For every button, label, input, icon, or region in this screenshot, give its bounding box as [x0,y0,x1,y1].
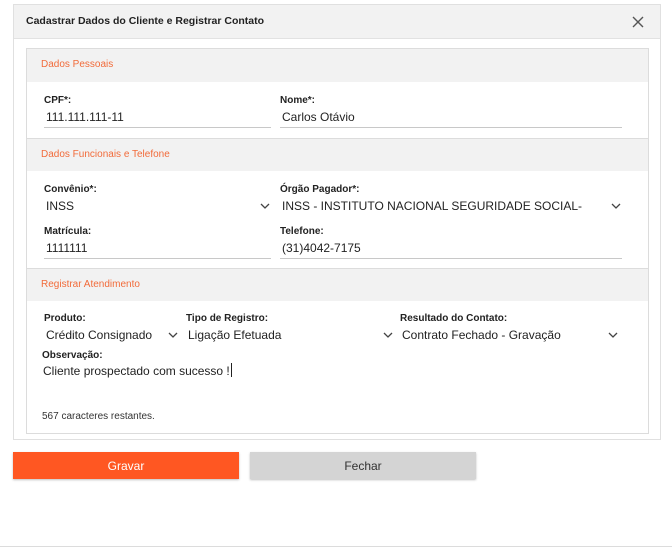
nome-input[interactable]: Carlos Otávio [280,109,622,128]
resultado-label: Resultado do Contato: [400,313,508,324]
resultado-value[interactable]: Contrato Fechado - Gravação [400,327,619,346]
observacao-label: Observação: [42,350,103,361]
cpf-field[interactable]: CPF*: 111.111.111-11 [44,95,271,129]
divider [0,546,672,547]
convenio-label: Convênio*: [44,184,97,195]
matricula-input[interactable]: 1111111 [44,240,271,259]
nome-label: Nome*: [280,95,316,106]
chevron-down-icon[interactable] [259,199,271,211]
produto-value[interactable]: Crédito Consignado [44,327,162,346]
orgao-pagador-select[interactable]: Órgão Pagador*: INSS - INSTITUTO NACIONA… [280,184,622,218]
tipo-registro-label: Tipo de Registro: [186,313,269,324]
chevron-down-icon[interactable] [607,328,619,340]
section-title-personal: Dados Pessoais [41,59,114,70]
save-button[interactable]: Gravar [13,452,239,479]
telefone-input[interactable]: (31)4042-7175 [280,240,622,259]
chevron-down-icon[interactable] [167,328,179,340]
produto-label: Produto: [44,313,86,324]
matricula-field[interactable]: Matrícula: 1111111 [44,226,271,260]
cpf-label: CPF*: [44,95,72,106]
telefone-field[interactable]: Telefone: (31)4042-7175 [280,226,622,260]
telefone-label: Telefone: [280,226,324,237]
section-title-service: Registrar Atendimento [41,279,140,290]
dialog: Cadastrar Dados do Cliente e Registrar C… [13,4,661,440]
matricula-label: Matrícula: [44,226,92,237]
tipo-registro-select[interactable]: Tipo de Registro: Ligação Efetuada [186,313,394,347]
convenio-select[interactable]: Convênio*: INSS [44,184,271,218]
section-header-personal: Dados Pessoais [27,49,648,82]
resultado-contato-select[interactable]: Resultado do Contato: Contrato Fechado -… [400,313,619,347]
close-dialog-button[interactable]: Fechar [250,452,476,479]
chevron-down-icon[interactable] [610,199,622,211]
tipo-registro-value[interactable]: Ligação Efetuada [186,327,394,346]
produto-select[interactable]: Produto: Crédito Consignado [44,313,179,347]
close-icon [632,16,644,28]
text-cursor [230,363,232,377]
section-title-functional: Dados Funcionais e Telefone [41,149,170,160]
section-header-functional: Dados Funcionais e Telefone [27,138,648,171]
dialog-title: Cadastrar Dados do Cliente e Registrar C… [26,15,265,27]
section-header-service: Registrar Atendimento [27,268,648,301]
dialog-header: Cadastrar Dados do Cliente e Registrar C… [14,5,660,39]
convenio-value[interactable]: INSS [44,198,271,217]
orgao-label: Órgão Pagador*: [280,184,360,195]
nome-field[interactable]: Nome*: Carlos Otávio [280,95,622,129]
close-button[interactable] [628,12,648,32]
chars-remaining: 567 caracteres restantes. [42,411,155,422]
observacao-textarea[interactable]: Cliente prospectado com sucesso ! [43,363,232,378]
observacao-text: Cliente prospectado com sucesso ! [43,364,230,378]
chevron-down-icon[interactable] [382,328,394,340]
orgao-value[interactable]: INSS - INSTITUTO NACIONAL SEGURIDADE SOC… [280,198,590,217]
cpf-input[interactable]: 111.111.111-11 [44,109,271,128]
observacao-label-wrap: Observação: [42,350,242,364]
